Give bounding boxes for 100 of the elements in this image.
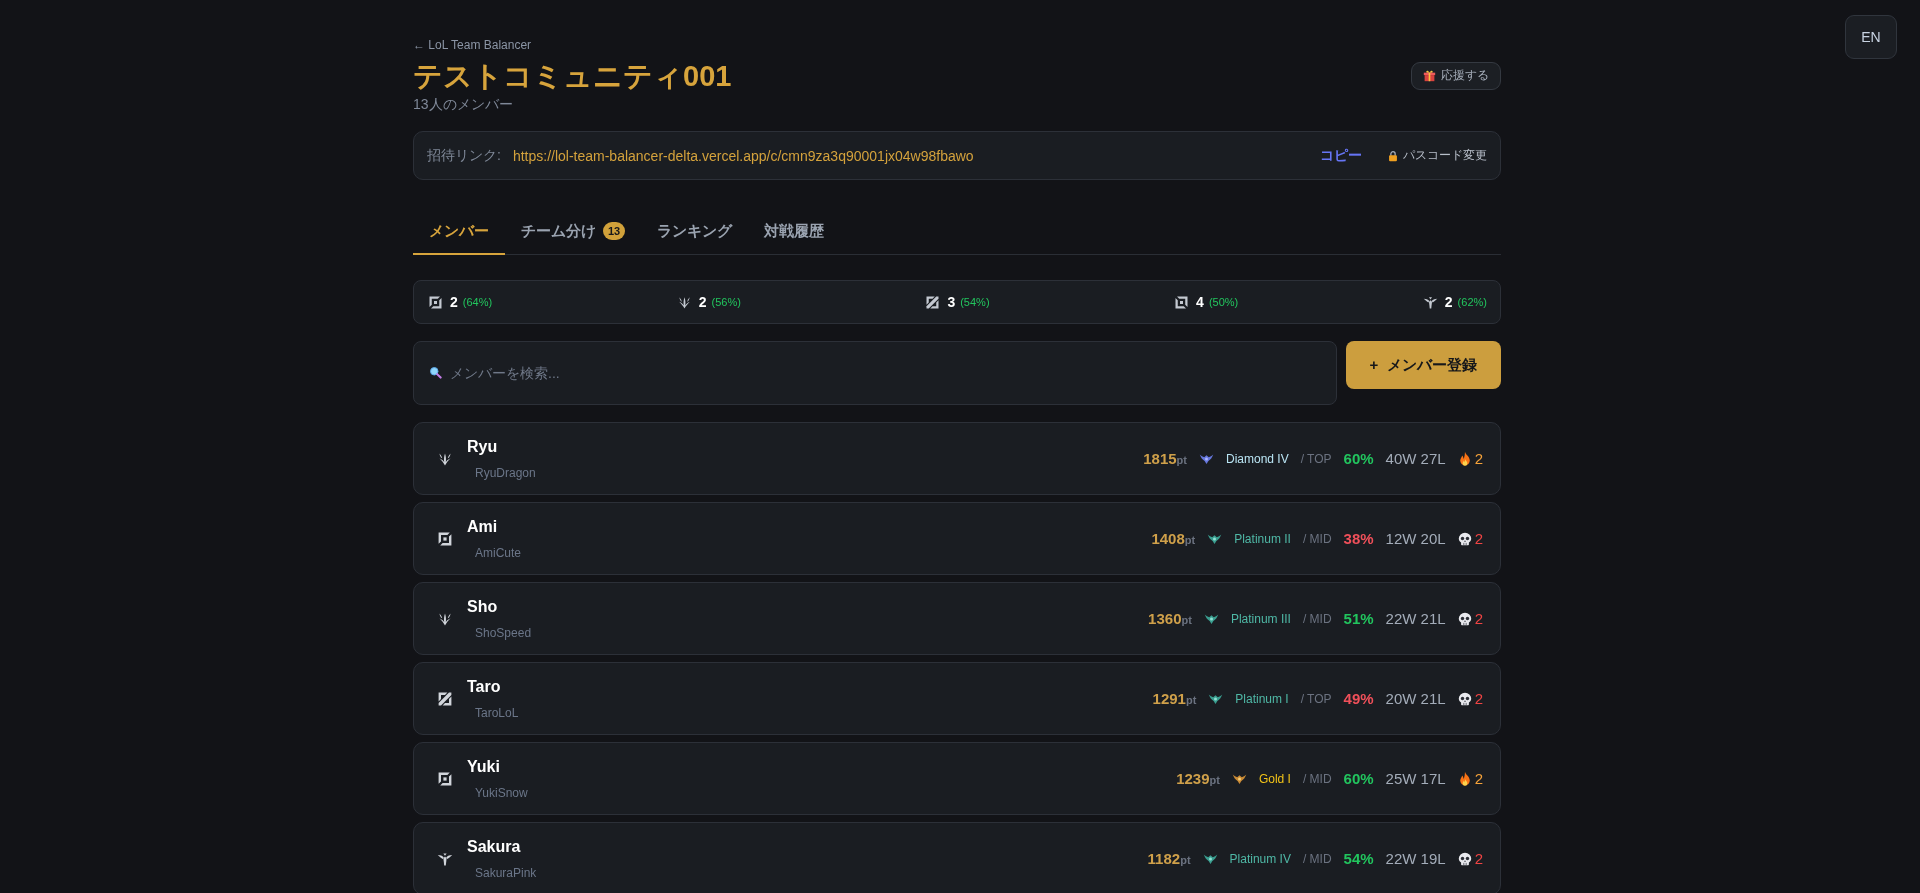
square-frame-icon xyxy=(1174,294,1190,310)
add-member-button[interactable]: + メンバー登録 xyxy=(1346,341,1501,389)
member-row[interactable]: Yuki YukiSnow 1239pt Gold I / MID 60% 25W 17L 2 xyxy=(413,742,1501,815)
win-rate: 51% xyxy=(1343,610,1374,627)
lane-label: / MID xyxy=(1302,611,1332,626)
back-link[interactable]: ← LoL Team Balancer xyxy=(413,37,532,53)
invite-link[interactable]: https://lol-team-balancer-delta.vercel.app/c/cmn9za3q90001jx04w98fbawo xyxy=(512,147,974,164)
summoner-name: RyuDragon xyxy=(475,464,536,481)
member-name: Yuki xyxy=(467,756,500,777)
lane-label: / TOP xyxy=(1300,691,1332,706)
win-loss-record: 22W 21L xyxy=(1385,610,1446,627)
tab[interactable]: ランキング xyxy=(641,209,749,255)
summoner-name: TaroLoL xyxy=(475,704,519,721)
points: 1182pt xyxy=(1147,850,1191,867)
win-rate: 60% xyxy=(1343,450,1374,467)
role-count: 4 xyxy=(1196,294,1204,310)
copy-button[interactable]: コピー xyxy=(1320,146,1362,165)
points: 1239pt xyxy=(1176,770,1220,787)
role-count: 2 xyxy=(698,294,707,310)
flame-icon xyxy=(1457,770,1472,787)
role-count: 2 xyxy=(450,294,458,310)
square-frame-icon xyxy=(437,530,453,547)
member-row[interactable]: Sho ShoSpeed 1360pt Platinum III / MID 51% 22W 21L 2 xyxy=(413,582,1501,655)
wings-icon xyxy=(1422,294,1438,310)
rank-name: Platinum II xyxy=(1234,531,1291,546)
rank-name: Platinum III xyxy=(1230,611,1291,626)
streak-count: 2 xyxy=(1474,450,1483,467)
crest-icon xyxy=(1231,772,1247,785)
member-row[interactable]: Ryu RyuDragon 1815pt Diamond IV / TOP 60% 40W 27L 2 xyxy=(413,422,1501,495)
role-percentage: (54%) xyxy=(960,296,990,308)
square-frame-icon xyxy=(428,294,443,310)
member-name: Sho xyxy=(467,596,498,617)
rank-name: Gold I xyxy=(1258,771,1291,786)
streak-count: 2 xyxy=(1474,770,1483,787)
win-loss-record: 12W 20L xyxy=(1385,530,1446,547)
streak-count: 2 xyxy=(1474,850,1483,867)
crest-icon xyxy=(1198,452,1214,465)
crest-icon xyxy=(1202,852,1218,865)
points: 1360pt xyxy=(1148,610,1192,627)
tab[interactable]: 対戦履歴 xyxy=(748,209,841,255)
streak-count: 2 xyxy=(1474,690,1483,707)
member-name: Sakura xyxy=(467,836,521,857)
support-button[interactable]: 応援する xyxy=(1411,61,1501,90)
streak-count: 2 xyxy=(1474,610,1483,627)
win-loss-record: 40W 27L xyxy=(1385,450,1446,467)
member-count: 13人のメンバー xyxy=(413,95,513,114)
skull-icon xyxy=(1457,850,1472,867)
role-percentage: (62%) xyxy=(1457,296,1487,308)
win-rate: 60% xyxy=(1343,770,1374,787)
member-name: Taro xyxy=(467,676,501,697)
win-loss-record: 22W 19L xyxy=(1385,850,1446,867)
tab[interactable]: メンバー xyxy=(413,209,505,255)
crest-icon xyxy=(1203,612,1219,625)
wings-icon xyxy=(437,850,453,867)
role-count: 3 xyxy=(947,294,956,310)
lane-label: / TOP xyxy=(1300,451,1332,466)
summoner-name: ShoSpeed xyxy=(475,624,532,641)
member-name: Ryu xyxy=(467,436,498,457)
win-loss-record: 20W 21L xyxy=(1385,690,1446,707)
rank-name: Diamond IV xyxy=(1225,451,1289,466)
streak-count: 2 xyxy=(1474,530,1483,547)
skull-icon xyxy=(1457,610,1472,627)
tab[interactable]: チーム分け 13 xyxy=(505,209,642,255)
language-button[interactable]: EN xyxy=(1845,15,1897,59)
search-icon xyxy=(429,366,442,379)
passcode-button[interactable]: パスコード変更 xyxy=(1388,147,1487,164)
count-badge: 13 xyxy=(603,222,626,240)
lock-icon xyxy=(1388,149,1398,162)
skull-icon xyxy=(1457,530,1472,547)
win-rate: 49% xyxy=(1343,690,1374,707)
summoner-name: YukiSnow xyxy=(475,784,528,801)
summoner-name: SakuraPink xyxy=(475,864,537,881)
square-frame-icon xyxy=(437,770,453,787)
rank-name: Platinum IV xyxy=(1229,851,1291,866)
search-field[interactable]: メンバーを検索... xyxy=(413,341,1337,405)
points: 1408pt xyxy=(1151,530,1196,547)
gift-icon xyxy=(1423,69,1436,82)
role-percentage: (64%) xyxy=(462,296,493,308)
win-loss-record: 25W 17L xyxy=(1385,770,1446,787)
member-row[interactable]: Taro TaroLoL 1291pt Platinum I / TOP 49% 20W 21L 2 xyxy=(413,662,1501,735)
points: 1291pt xyxy=(1152,690,1197,707)
member-row[interactable]: Sakura SakuraPink 1182pt Platinum IV / MID 54% 22W 19L 2 xyxy=(413,822,1501,893)
crest-icon xyxy=(1207,532,1223,545)
role-percentage: (50%) xyxy=(1208,296,1239,308)
win-rate: 54% xyxy=(1343,850,1374,867)
community-title: テストコミュニティ001 xyxy=(413,59,732,94)
flame-icon xyxy=(1457,450,1472,467)
crest-icon xyxy=(1208,692,1224,705)
invite-label: 招待リンク: xyxy=(427,146,501,165)
member-row[interactable]: Ami AmiCute 1408pt Platinum II / MID 38% 12W 20L 2 xyxy=(413,502,1501,575)
role-percentage: (56%) xyxy=(711,296,741,308)
skull-icon xyxy=(1457,690,1472,707)
role-count: 2 xyxy=(1444,294,1453,310)
summoner-name: AmiCute xyxy=(475,544,521,561)
points: 1815pt xyxy=(1143,450,1187,467)
lane-label: / MID xyxy=(1302,851,1332,866)
win-rate: 38% xyxy=(1343,530,1374,547)
rank-name: Platinum I xyxy=(1235,691,1289,706)
lane-label: / MID xyxy=(1302,771,1332,786)
member-name: Ami xyxy=(467,516,498,537)
